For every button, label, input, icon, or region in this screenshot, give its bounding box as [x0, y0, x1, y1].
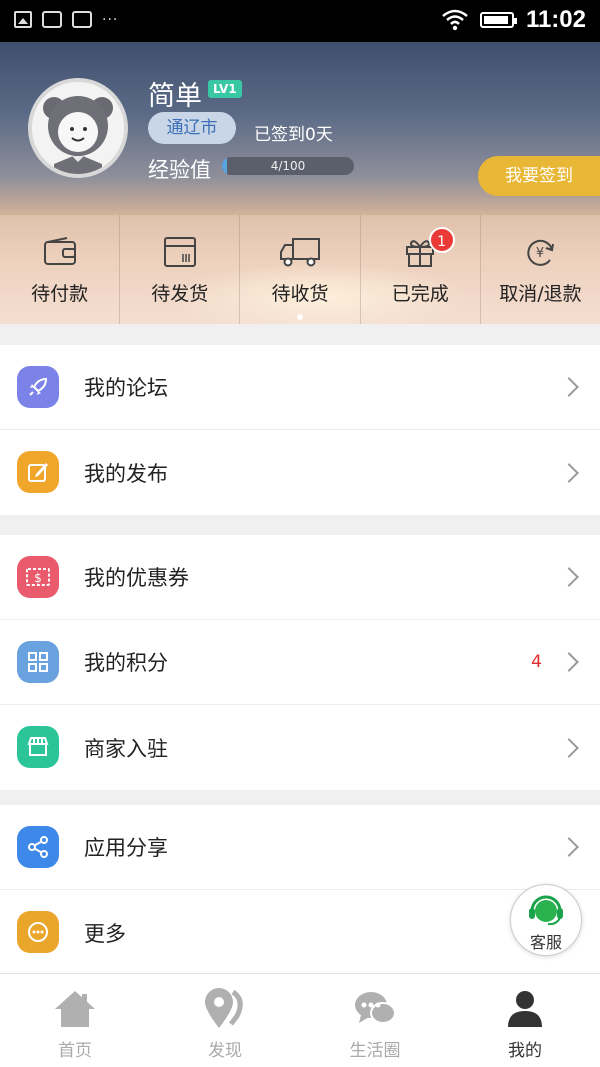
wallet-icon	[43, 237, 76, 265]
tab-label: 我的	[508, 1041, 542, 1061]
chat-icon	[355, 992, 396, 1024]
menu-label: 商家入驻	[84, 736, 168, 761]
more-notifications-icon: ···	[102, 11, 119, 28]
location-icon	[205, 988, 243, 1028]
store-icon	[17, 726, 59, 768]
tab-label: 首页	[58, 1041, 92, 1061]
profile-header: 简单 LV1 通辽市 已签到0天 经验值 4/100 我要签到 待付款 待发货 …	[0, 42, 600, 324]
page-indicator-dot	[297, 314, 303, 320]
home-icon	[55, 991, 95, 1027]
order-pending-payment[interactable]: 待付款	[0, 215, 121, 324]
exp-label: 经验值	[148, 158, 211, 182]
menu-group-1: 我的论坛 我的发布	[0, 345, 600, 515]
menu-more[interactable]: 更多	[0, 890, 600, 975]
headset-icon	[529, 895, 563, 926]
menu-my-posts[interactable]: 我的发布	[0, 430, 600, 515]
bear-avatar-icon	[32, 82, 124, 174]
checkin-button[interactable]: 我要签到	[478, 156, 600, 196]
exp-progress-text: 4/100	[270, 159, 306, 173]
battery-icon	[479, 12, 517, 28]
wifi-icon	[442, 9, 468, 31]
menu-label: 应用分享	[84, 836, 168, 860]
order-label: 待收货	[271, 283, 329, 305]
tab-home[interactable]: 首页	[0, 974, 150, 1067]
user-icon	[508, 991, 542, 1027]
menu-group-3: 应用分享 更多	[0, 805, 600, 975]
menu-merchant-join[interactable]: 商家入驻	[0, 705, 600, 790]
svg-text:$: $	[34, 571, 42, 585]
truck-icon	[280, 238, 320, 267]
menu-label: 我的优惠券	[84, 566, 189, 590]
chevron-right-icon	[559, 567, 579, 587]
level-badge: LV1	[208, 80, 242, 98]
menu-my-points[interactable]: 我的积分 4	[0, 620, 600, 705]
refund-icon: ¥	[527, 239, 555, 266]
tab-label: 发现	[208, 1041, 242, 1061]
order-pending-shipment[interactable]: 待发货	[120, 215, 241, 324]
status-bar: ··· 11:02	[0, 0, 600, 42]
menu-label: 更多	[84, 921, 126, 946]
tab-mine[interactable]: 我的	[450, 974, 600, 1067]
menu-group-2: $ 我的优惠券 我的积分 4 商家入驻	[0, 535, 600, 790]
tab-discover[interactable]: 发现	[150, 974, 300, 1067]
city-pill[interactable]: 通辽市	[148, 112, 236, 144]
user-name: 简单	[148, 81, 202, 112]
image-notification-icon	[14, 11, 32, 28]
menu-share-app[interactable]: 应用分享	[0, 805, 600, 890]
order-label: 待发货	[151, 283, 209, 305]
more-icon	[17, 911, 59, 953]
tab-life-circle[interactable]: 生活圈	[300, 974, 450, 1067]
order-label: 待付款	[31, 283, 89, 305]
chevron-right-icon	[559, 377, 579, 397]
chevron-right-icon	[559, 837, 579, 857]
edit-icon	[17, 451, 59, 493]
menu-my-forum[interactable]: 我的论坛	[0, 345, 600, 430]
app-notification-icon	[72, 11, 92, 28]
rocket-icon	[17, 366, 59, 408]
customer-service-button[interactable]: 客服	[510, 884, 582, 956]
signed-days-text: 已签到0天	[254, 125, 333, 145]
grid-icon	[17, 641, 59, 683]
order-refund[interactable]: ¥ 取消/退款	[481, 215, 600, 324]
chevron-right-icon	[559, 462, 579, 483]
completed-count-badge: 1	[428, 227, 455, 253]
svg-text:¥: ¥	[536, 246, 544, 261]
avatar[interactable]	[28, 78, 128, 178]
order-pending-receipt[interactable]: 待收货	[240, 215, 361, 324]
menu-my-coupons[interactable]: $ 我的优惠券	[0, 535, 600, 620]
menu-label: 我的发布	[84, 461, 168, 486]
chevron-right-icon	[559, 737, 579, 758]
order-status-bar: 待付款 待发货 待收货 1 已完成 ¥ 取消/退款	[0, 215, 600, 324]
app-notification-icon	[42, 11, 62, 28]
service-label: 客服	[529, 933, 562, 952]
notification-icons: ···	[14, 11, 118, 28]
order-completed[interactable]: 1 已完成	[361, 215, 481, 324]
menu-label: 我的论坛	[84, 376, 168, 400]
order-label: 已完成	[391, 283, 449, 305]
order-label: 取消/退款	[499, 283, 582, 305]
bottom-tab-bar: 首页 发现 生活圈 我的	[0, 973, 600, 1067]
chevron-right-icon	[559, 652, 579, 672]
clock: 11:02	[525, 6, 586, 33]
exp-progress-bar: 4/100	[222, 157, 354, 175]
menu-label: 我的积分	[84, 651, 168, 675]
package-icon	[163, 237, 196, 267]
share-icon	[17, 826, 59, 868]
coupon-icon: $	[17, 556, 59, 598]
tab-label: 生活圈	[349, 1041, 401, 1061]
points-count: 4	[531, 652, 542, 672]
